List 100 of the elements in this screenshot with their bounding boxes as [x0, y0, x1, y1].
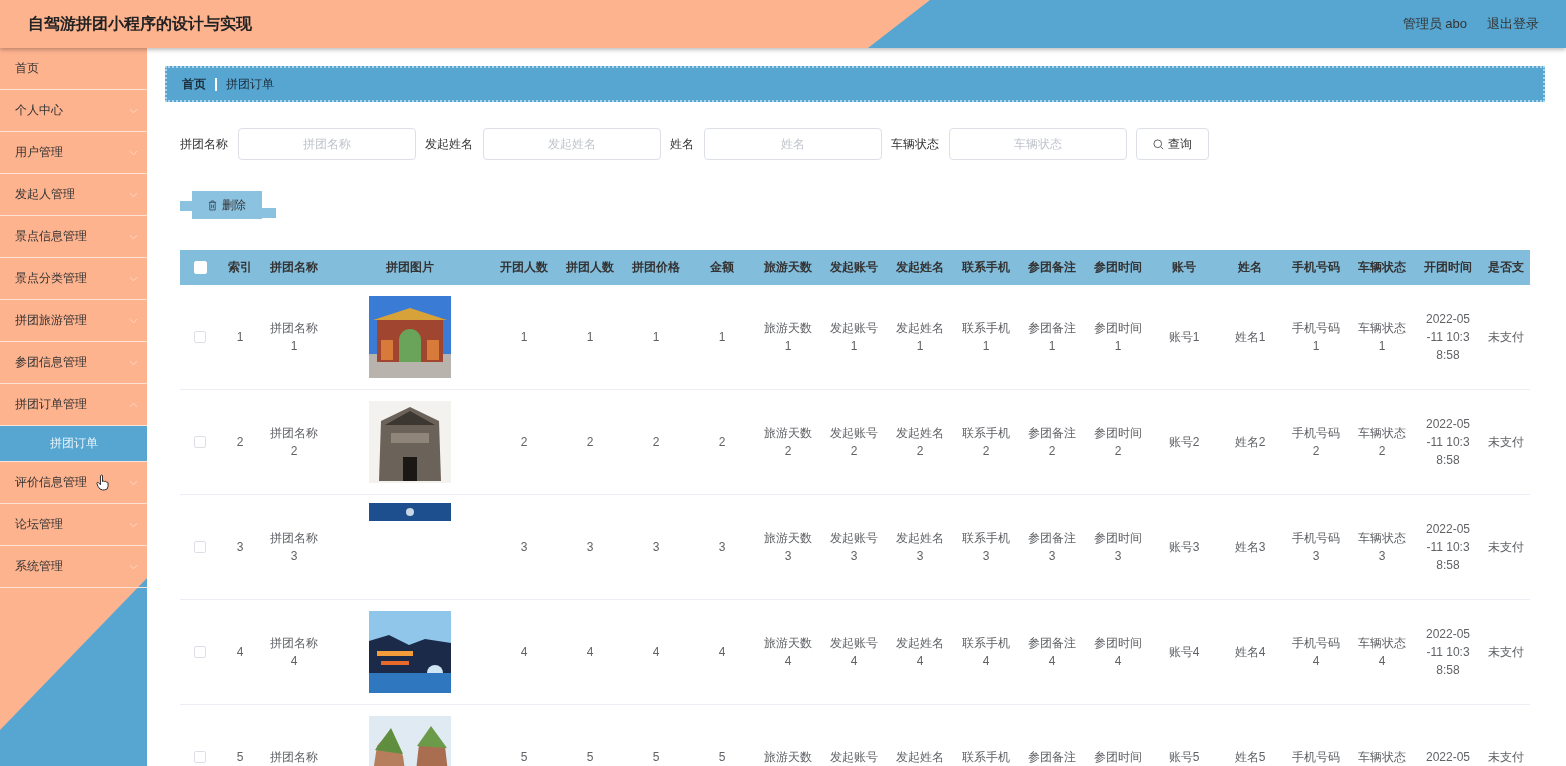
- sidebar-item[interactable]: 系统管理: [0, 546, 147, 588]
- table-cell-text: 1: [718, 329, 726, 346]
- table-cell-text: 参团时间2: [1093, 425, 1143, 460]
- table-cell-text: 3: [236, 539, 244, 556]
- table-cell-text: 4: [586, 644, 594, 661]
- column-header: 开团人数: [500, 259, 548, 276]
- table-cell-text: 4: [718, 644, 726, 661]
- column-header: 是否支: [1487, 259, 1524, 276]
- table-cell-text: 手机号码3: [1291, 530, 1341, 565]
- table-cell-text: 未支付: [1487, 434, 1524, 451]
- table-cell-text: 手机号码: [1292, 749, 1340, 766]
- search-button[interactable]: 查询: [1136, 128, 1209, 160]
- search-icon: [1153, 138, 1164, 150]
- row-checkbox[interactable]: [194, 331, 206, 343]
- table-cell-text: 5: [520, 749, 528, 766]
- row-checkbox[interactable]: [194, 646, 206, 658]
- field-label: 发起姓名: [425, 135, 473, 153]
- table-cell-text: 参团备注: [1028, 749, 1076, 766]
- sidebar-item[interactable]: 首页: [0, 48, 147, 90]
- table-cell-text: 拼团名称1: [269, 320, 319, 355]
- table-cell-text: 2: [586, 434, 594, 451]
- table-cell-text: 联系手机3: [961, 530, 1011, 565]
- table-cell-text: 发起姓名4: [895, 635, 945, 670]
- sidebar-item[interactable]: 拼团旅游管理: [0, 300, 147, 342]
- user-name: 管理员 abo: [1402, 15, 1467, 33]
- table-cell-text: 发起姓名2: [895, 425, 945, 460]
- table-cell-text: 2022-05: [1425, 749, 1470, 766]
- search-field[interactable]: 车辆状态: [949, 128, 1127, 160]
- row-checkbox[interactable]: [194, 436, 206, 448]
- table-cell-text: 参团时间: [1094, 749, 1142, 766]
- table-cell-text: 参团备注3: [1027, 530, 1077, 565]
- table-cell-text: 未支付: [1487, 644, 1524, 661]
- column-header: 开团时间: [1424, 259, 1472, 276]
- sidebar-item[interactable]: 用户管理: [0, 132, 147, 174]
- table-cell-text: 发起账号1: [829, 320, 879, 355]
- chevron-icon: [129, 149, 138, 156]
- delete-button[interactable]: 删除: [180, 191, 276, 219]
- chevron-icon: [129, 317, 138, 324]
- table-cell-text: 5: [718, 749, 726, 766]
- table-cell-text: 发起姓名3: [895, 530, 945, 565]
- table-cell-text: 3: [520, 539, 528, 556]
- logout-link[interactable]: 退出登录: [1487, 15, 1539, 33]
- chevron-icon: [129, 275, 138, 282]
- table-cell-text: 1: [520, 329, 528, 346]
- table-cell-text: 账号4: [1168, 644, 1200, 661]
- table-cell-text: 未支付: [1487, 539, 1524, 556]
- field-label: 车辆状态: [891, 135, 939, 153]
- sidebar-item[interactable]: 论坛管理: [0, 504, 147, 546]
- table-cell-text: 发起姓名: [896, 749, 944, 766]
- table-cell-text: 5: [586, 749, 594, 766]
- table-cell-text: 姓名2: [1234, 434, 1266, 451]
- column-header: 车辆状态: [1358, 259, 1406, 276]
- select-all-checkbox[interactable]: [193, 261, 207, 274]
- breadcrumb-link[interactable]: 首页: [182, 75, 206, 93]
- search-field[interactable]: 姓名: [704, 128, 882, 160]
- table-cell-text: 2: [236, 434, 244, 451]
- table-cell-text: 账号2: [1168, 434, 1200, 451]
- table-cell-text: 1: [652, 329, 660, 346]
- table-cell-text: 参团备注4: [1027, 635, 1077, 670]
- sidebar-item[interactable]: 参团信息管理: [0, 342, 147, 384]
- table-cell-text: 联系手机: [962, 749, 1010, 766]
- row-checkbox[interactable]: [194, 751, 206, 763]
- table-cell-text: 2022-05-11 10:38:58: [1424, 521, 1471, 574]
- search-field[interactable]: 拼团名称: [238, 128, 416, 160]
- sidebar-item[interactable]: 发起人管理: [0, 174, 147, 216]
- table-cell-text: 2022-05-11 10:38:58: [1424, 416, 1471, 469]
- column-header: 参团备注: [1028, 259, 1076, 276]
- column-header: 金额: [710, 259, 734, 276]
- table-cell-text: 参团时间4: [1093, 635, 1143, 670]
- table-cell-text: 4: [236, 644, 244, 661]
- table-cell-text: 拼团名称3: [269, 530, 319, 565]
- sidebar-item[interactable]: 景点信息管理: [0, 216, 147, 258]
- table-cell-text: 5: [652, 749, 660, 766]
- sidebar-item[interactable]: 个人中心: [0, 90, 147, 132]
- table-cell-text: 姓名5: [1234, 749, 1266, 766]
- field-label: 姓名: [670, 135, 694, 153]
- sidebar-item[interactable]: 景点分类管理: [0, 258, 147, 300]
- table-cell-text: 旅游天数1: [763, 320, 813, 355]
- table-cell-text: 账号5: [1168, 749, 1200, 766]
- column-header: 拼团价格: [632, 259, 680, 276]
- chevron-icon: [129, 191, 138, 198]
- table-cell-text: 未支付: [1487, 749, 1524, 766]
- table-cell-text: 4: [520, 644, 528, 661]
- sidebar-item[interactable]: 评价信息管理: [0, 462, 147, 504]
- table-cell-text: 手机号码2: [1291, 425, 1341, 460]
- breadcrumb-link[interactable]: 拼团订单: [226, 75, 274, 93]
- column-header: 联系手机: [962, 259, 1010, 276]
- table-cell-text: 4: [652, 644, 660, 661]
- table-cell-text: 3: [586, 539, 594, 556]
- table-cell-text: 旅游天数2: [763, 425, 813, 460]
- table-cell-text: 2: [718, 434, 726, 451]
- table-cell-text: 车辆状态3: [1357, 530, 1407, 565]
- column-header: 拼团名称: [270, 259, 318, 276]
- table-cell-text: 1: [236, 329, 244, 346]
- table-cell-text: 姓名1: [1234, 329, 1266, 346]
- column-header: 拼团图片: [385, 259, 434, 276]
- table-cell-text: 2022-05-11 10:38:58: [1424, 311, 1471, 364]
- column-header: 手机号码: [1292, 259, 1340, 276]
- search-field[interactable]: 发起姓名: [483, 128, 661, 160]
- row-checkbox[interactable]: [194, 541, 206, 553]
